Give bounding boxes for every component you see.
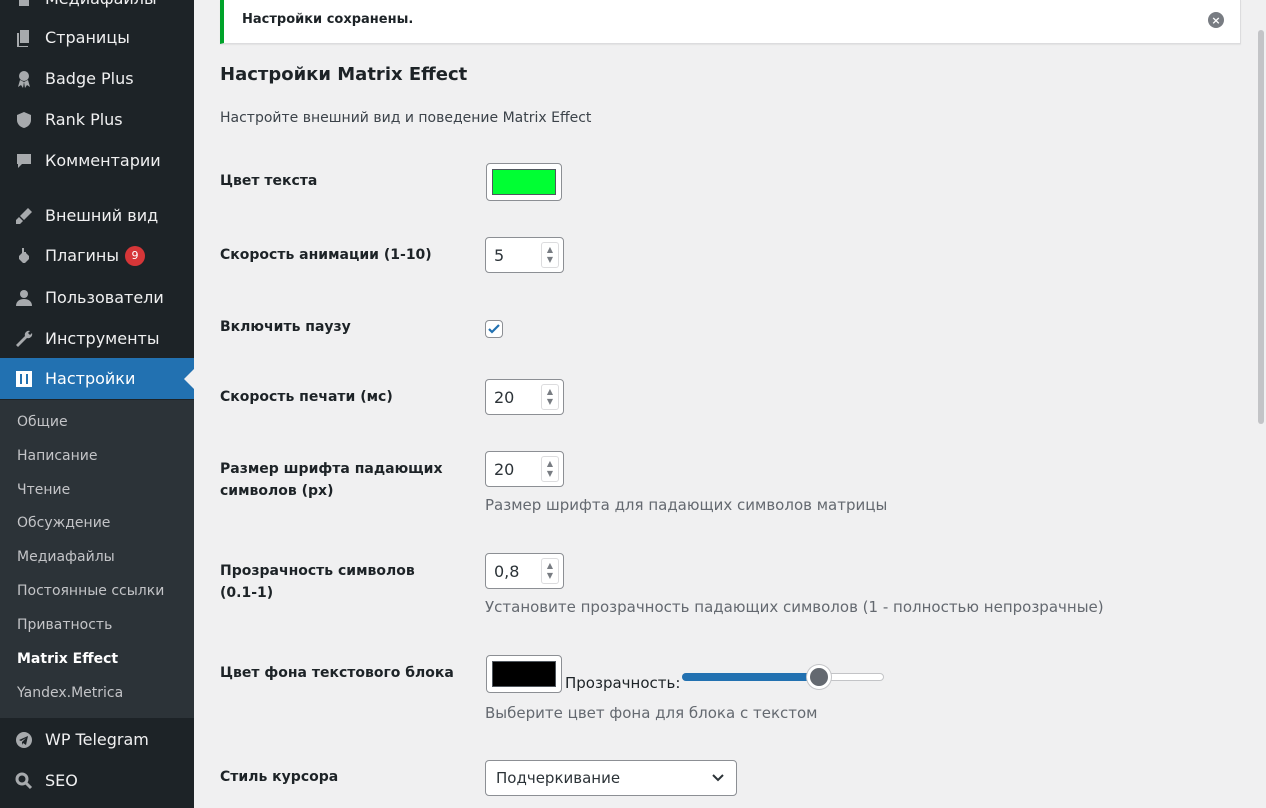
submenu-item-writing[interactable]: Написание [17, 448, 98, 464]
menu-item-comments[interactable]: Комментарии [0, 140, 194, 181]
cursor-style-label: Стиль курсора [220, 769, 339, 785]
submenu-item-permalinks[interactable]: Постоянные ссылки [17, 583, 164, 599]
bg-opacity-slider-thumb[interactable] [807, 665, 832, 689]
type-speed-input[interactable]: 20 ▲ ▼ [485, 379, 564, 415]
plugins-icon [13, 245, 35, 267]
admin-sidebar: Медиафайлы Страницы Badge Plus Rank Plus… [0, 0, 194, 808]
menu-item-label: Инструменты [45, 329, 160, 348]
menu-item-wp-telegram[interactable]: WP Telegram [0, 719, 194, 760]
menu-item-label: Плагины [45, 246, 119, 265]
anim-speed-value: 5 [494, 245, 505, 265]
pause-label: Включить паузу [220, 319, 351, 335]
menu-item-badge-plus[interactable]: Badge Plus [0, 58, 194, 99]
font-size-label: Размер шрифта падающих символов (px) [220, 458, 460, 502]
scrollbar[interactable] [1258, 30, 1264, 424]
update-count-badge: 9 [124, 245, 145, 266]
users-icon [13, 287, 35, 309]
page-description: Настройте внешний вид и поведение Matrix… [220, 110, 592, 126]
opacity-label-line1: Прозрачность символов [220, 563, 415, 579]
chevron-down-icon [712, 774, 724, 782]
anim-speed-input[interactable]: 5 ▲ ▼ [485, 237, 564, 273]
menu-item-label: Внешний вид [45, 206, 159, 225]
menu-item-label: SEO [45, 771, 78, 790]
submenu-item-media[interactable]: Медиафайлы [17, 549, 115, 565]
dismiss-notice-icon[interactable]: × [1208, 12, 1224, 28]
menu-item-seo[interactable]: SEO [0, 760, 194, 801]
menu-item-tools[interactable]: Инструменты [0, 318, 194, 359]
font-size-input[interactable]: 20 ▲ ▼ [485, 451, 564, 487]
media-icon [13, 0, 35, 10]
anim-speed-label: Скорость анимации (1-10) [220, 247, 432, 263]
submenu-item-discussion[interactable]: Обсуждение [17, 515, 110, 531]
text-color-picker[interactable] [486, 163, 562, 201]
bg-color-label: Цвет фона текстового блока [220, 665, 454, 681]
menu-item-label: Пользователи [45, 288, 164, 307]
spinner-arrows-icon[interactable]: ▲ ▼ [541, 384, 559, 410]
opacity-input[interactable]: 0,8 ▲ ▼ [485, 553, 564, 589]
bg-opacity-label: Прозрачность: [565, 674, 681, 692]
submenu-item-privacy[interactable]: Приватность [17, 617, 112, 633]
font-size-label-line2: символов (px) [220, 483, 334, 499]
spinner-arrows-icon[interactable]: ▲ ▼ [541, 558, 559, 584]
text-color-label: Цвет текста [220, 173, 318, 189]
menu-item-label: Настройки [45, 369, 136, 388]
appearance-brush-icon [13, 205, 35, 227]
pages-icon [13, 27, 35, 49]
font-size-value: 20 [494, 459, 515, 479]
submenu-item-reading[interactable]: Чтение [17, 482, 70, 498]
cursor-style-select[interactable]: Подчеркивание [485, 760, 737, 796]
shield-icon [13, 109, 35, 131]
submenu-item-general[interactable]: Общие [17, 414, 68, 430]
type-speed-label: Скорость печати (мс) [220, 389, 393, 405]
menu-item-users[interactable]: Пользователи [0, 277, 194, 318]
menu-item-label: Страницы [45, 28, 130, 47]
notice-message: Настройки сохранены. [242, 12, 414, 27]
bg-color-picker[interactable] [486, 655, 562, 693]
comments-icon [13, 150, 35, 172]
font-size-description: Размер шрифта для падающих символов матр… [485, 496, 888, 514]
opacity-label-line2: (0.1-1) [220, 585, 274, 601]
opacity-label: Прозрачность символов (0.1-1) [220, 560, 460, 604]
menu-item-label: Rank Plus [45, 110, 123, 129]
bg-color-description: Выберите цвет фона для блока с текстом [485, 704, 818, 722]
menu-item-label: Комментарии [45, 151, 161, 170]
settings-submenu: Общие Написание Чтение Обсуждение Медиаф… [0, 400, 194, 718]
text-color-swatch [492, 169, 556, 195]
type-speed-value: 20 [494, 387, 515, 407]
font-size-label-line1: Размер шрифта падающих [220, 461, 443, 477]
opacity-description: Установите прозрачность падающих символо… [485, 598, 1104, 616]
spinner-arrows-icon[interactable]: ▲ ▼ [541, 242, 559, 268]
menu-item-pages[interactable]: Страницы [0, 17, 194, 58]
menu-item-rank-plus[interactable]: Rank Plus [0, 99, 194, 140]
menu-item-label: Badge Plus [45, 69, 134, 88]
menu-item-appearance[interactable]: Внешний вид [0, 195, 194, 236]
menu-item-settings[interactable]: Настройки [0, 358, 194, 399]
opacity-value: 0,8 [494, 561, 520, 581]
menu-item-label: Медиафайлы [45, 0, 157, 8]
search-icon [13, 770, 35, 792]
menu-item-plugins[interactable]: Плагины 9 [0, 235, 194, 276]
settings-icon [13, 368, 35, 390]
telegram-icon [13, 729, 35, 751]
cursor-style-value: Подчеркивание [496, 769, 621, 787]
tools-wrench-icon [13, 328, 35, 350]
pause-checkbox[interactable] [485, 320, 503, 338]
bg-color-swatch [492, 661, 556, 687]
page-title: Настройки Matrix Effect [220, 64, 468, 85]
menu-item-label: WP Telegram [45, 730, 149, 749]
spinner-arrows-icon[interactable]: ▲ ▼ [541, 456, 559, 482]
badge-icon [13, 68, 35, 90]
checkmark-icon [488, 324, 500, 334]
bg-opacity-slider-fill [682, 673, 820, 681]
submenu-item-matrix-effect[interactable]: Matrix Effect [17, 651, 118, 667]
submenu-item-yandex-metrica[interactable]: Yandex.Metrica [17, 685, 123, 701]
settings-saved-notice: Настройки сохранены. × [220, 0, 1241, 44]
